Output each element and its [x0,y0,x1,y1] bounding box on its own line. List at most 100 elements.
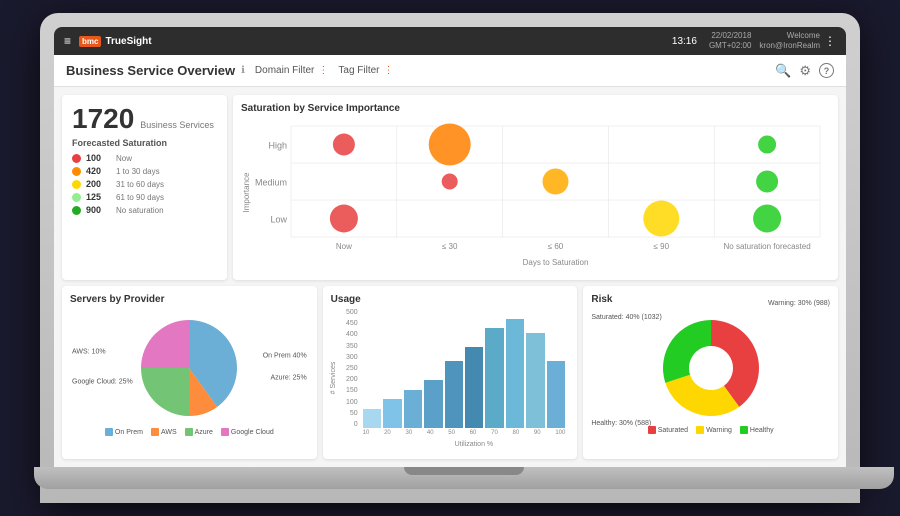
y-tick: 400 [346,331,358,338]
servers-pie-container: AWS: 10% Google Cloud: 25% On Prem 40% A… [70,309,309,426]
legend-label: AWS [161,429,177,436]
bubble-svg: HighMediumLowImportanceNow≤ 30≤ 60≤ 90No… [241,118,830,267]
risk-legend-color [648,426,656,434]
svg-text:≤ 30: ≤ 30 [442,242,458,251]
legend-color [221,428,229,436]
onprem-label: On Prem 40% [263,350,307,363]
risk-saturated-label: Saturated: 40% (1032) [591,314,661,321]
usage-bar [547,361,565,428]
usage-bar [485,328,503,428]
usage-bar [404,390,422,428]
usage-bar [526,333,544,428]
tag-filter-label[interactable]: Tag Filter [338,65,379,76]
risk-pie-svg [656,313,766,423]
x-tick: 20 [384,430,391,436]
y-tick: 100 [346,399,358,406]
x-tick: 60 [470,430,477,436]
sat-number: 125 [86,192,111,202]
nav-bar: ≡ bmc TrueSight 13:16 22/02/2018 GMT+02:… [54,27,846,55]
hamburger-icon[interactable]: ≡ [64,34,71,48]
legend-color [105,428,113,436]
business-services-count: 1720 [72,105,134,133]
x-tick: 50 [448,430,455,436]
risk-legend-item: Saturated [648,426,688,434]
sat-number: 100 [86,153,111,163]
svg-text:Days to Saturation: Days to Saturation [523,258,589,267]
business-services-label: Business Services [140,120,214,130]
legend-color [151,428,159,436]
risk-chart-panel: Risk Warning: 30% (988) Healthy: 30% (58… [583,286,838,459]
legend-item: Azure [185,428,213,436]
legend-item: On Prem [105,428,143,436]
legend-color [185,428,193,436]
search-icon[interactable]: 🔍 [775,63,791,79]
header-actions: 🔍 ⚙ ? [775,63,834,79]
risk-legend-label: Warning [706,427,732,434]
sat-dot [72,180,81,189]
sat-number: 900 [86,205,111,215]
svg-text:≤ 90: ≤ 90 [654,242,670,251]
bubble-chart-panel: Saturation by Service Importance HighMed… [233,95,838,280]
bubble-chart-title: Saturation by Service Importance [241,103,830,114]
y-tick: 50 [350,410,358,417]
y-tick: 350 [346,343,358,350]
usage-y-axis: 500450400350300250200150100500 [331,309,361,428]
x-tick: 10 [363,430,370,436]
bottom-row: Servers by Provider AWS: 10% Google Clou… [62,286,838,459]
saturation-row: 125 61 to 90 days [72,192,217,202]
usage-bar [383,399,401,428]
svg-text:Low: Low [270,215,287,225]
pie-labels-right: On Prem 40% Azure: 25% [263,350,307,385]
x-tick: 40 [427,430,434,436]
domain-filter-icon[interactable]: ⋮ [318,65,328,76]
forecasted-saturation-title: Forecasted Saturation [72,138,217,148]
sat-description: Now [116,154,132,163]
usage-chart-panel: Usage # Services 50045040035030025020015… [323,286,578,459]
settings-icon[interactable]: ⚙ [799,63,811,79]
svg-text:Importance: Importance [242,172,251,213]
legend-label: On Prem [115,429,143,436]
tag-filter-icon[interactable]: ⋮ [384,65,394,76]
nav-welcome: Welcome kron@IronRealm [759,31,820,52]
page-title: Business Service Overview [66,63,235,78]
y-tick: 150 [346,387,358,394]
bmc-logo: bmc [79,36,101,47]
nav-date: 22/02/2018 GMT+02:00 [709,31,751,52]
usage-bar [506,319,524,428]
risk-healthy-label: Healthy: 30% (588) [591,420,651,427]
svg-text:High: High [268,141,287,151]
x-tick: 80 [513,430,520,436]
sat-description: 1 to 30 days [116,167,160,176]
y-tick: 200 [346,376,358,383]
help-icon[interactable]: ? [819,63,834,78]
usage-bars [363,309,566,428]
risk-legend-label: Healthy [750,427,774,434]
legend-item: AWS [151,428,177,436]
svg-text:No saturation forecasted: No saturation forecasted [724,242,811,251]
saturation-row: 200 31 to 60 days [72,179,217,189]
risk-legend-color [696,426,704,434]
sat-description: 31 to 60 days [116,180,164,189]
x-tick: 90 [534,430,541,436]
azure-label: Azure: 25% [263,373,307,386]
usage-bar [465,347,483,428]
y-tick: 250 [346,365,358,372]
y-tick: 450 [346,320,358,327]
legend-label: Google Cloud [231,429,274,436]
google-cloud-label: Google Cloud: 25% [72,377,133,390]
nav-time: 13:16 [672,36,697,47]
y-tick: 500 [346,309,358,316]
svg-text:Now: Now [336,242,352,251]
sat-description: 61 to 90 days [116,193,164,202]
x-tick: 30 [405,430,412,436]
domain-filter-label[interactable]: Domain Filter [255,65,314,76]
saturation-row: 100 Now [72,153,217,163]
usage-x-label: Utilization % [455,441,494,448]
risk-legend-item: Warning [696,426,732,434]
title-info-icon[interactable]: ℹ [241,65,245,76]
nav-menu-icon[interactable]: ⋮ [824,34,836,48]
y-tick: 300 [346,354,358,361]
sat-description: No saturation [116,206,164,215]
servers-pie-svg [134,313,244,423]
nav-logo: bmc TrueSight [79,36,152,47]
